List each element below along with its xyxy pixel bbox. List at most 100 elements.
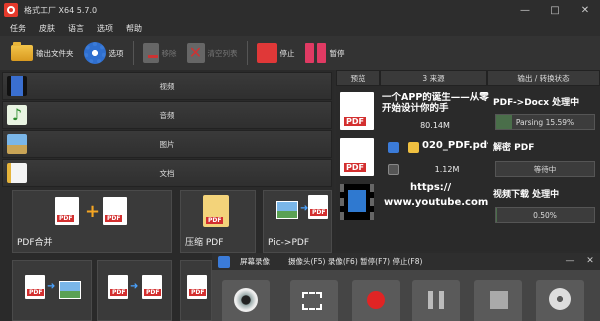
plus-icon: + xyxy=(85,201,101,222)
recorder-minimize-button[interactable]: — xyxy=(560,253,580,270)
toolbar-divider xyxy=(246,41,248,65)
recorder-close-button[interactable]: ✕ xyxy=(580,253,600,270)
picture-icon xyxy=(276,201,298,219)
minimize-button[interactable]: — xyxy=(510,0,540,20)
task-source-size: 1.12M xyxy=(434,165,460,174)
stop-label: 停止 xyxy=(279,48,295,58)
tile-pdf-merge[interactable]: + PDF合并 xyxy=(12,190,172,253)
webcam-icon xyxy=(234,288,258,312)
record-button[interactable] xyxy=(352,280,400,321)
menu-bar: 任务 皮肤 语言 选项 帮助 xyxy=(0,20,600,36)
screen-recorder-titlebar: 屏幕录像 摄像头(F5) 录像(F6) 暂停(F7) 停止(F8) — ✕ xyxy=(212,253,600,270)
close-button[interactable]: ✕ xyxy=(570,0,600,20)
task-progress: Parsing 15.59% xyxy=(495,114,595,130)
remove-button[interactable]: 移除 xyxy=(138,38,182,68)
progress-fill xyxy=(496,115,512,129)
recorder-stop-button[interactable] xyxy=(474,280,522,321)
menu-help[interactable]: 帮助 xyxy=(126,23,142,34)
output-folder-button[interactable]: 输出文件夹 xyxy=(6,38,79,68)
category-document[interactable]: 文档 xyxy=(2,159,332,187)
toolbar: 输出文件夹 选项 移除 ✕ 清空列表 停止 暂停 xyxy=(0,36,600,70)
task-status-text: Parsing 15.59% xyxy=(515,117,575,127)
stop-button[interactable]: 停止 xyxy=(252,38,300,68)
recorder-pause-button[interactable] xyxy=(412,280,460,321)
menu-options[interactable]: 选项 xyxy=(97,23,113,34)
recorder-window-controls: — ✕ xyxy=(560,253,600,270)
column-header-source[interactable]: 3 来源 xyxy=(380,70,487,86)
lock-icon xyxy=(388,164,399,175)
clear-list-button[interactable]: ✕ 清空列表 xyxy=(182,38,243,68)
pdf-icon xyxy=(55,197,79,225)
pdf-icon xyxy=(142,275,162,299)
column-header-preview[interactable]: 预览 xyxy=(336,70,380,86)
task-list: 预览 3 来源 输出 / 转换状态 一个APP的诞生——从零开始设计你的手 80… xyxy=(336,70,600,251)
clear-list-label: 清空列表 xyxy=(207,48,238,58)
column-header-status[interactable]: 输出 / 转换状态 xyxy=(487,70,600,86)
task-progress: 等待中 xyxy=(495,161,595,177)
options-label: 选项 xyxy=(108,48,124,58)
tile-pdf-convert[interactable]: ➜ xyxy=(97,260,172,321)
pdf-icon xyxy=(187,275,207,299)
output-folder-label: 输出文件夹 xyxy=(36,48,74,58)
stop-icon xyxy=(490,291,508,309)
category-label: 视频 xyxy=(159,81,175,91)
task-status-title: 视频下载 处理中 xyxy=(493,190,560,200)
gear-icon xyxy=(83,42,106,64)
task-status-title: PDF->Docx 处理中 xyxy=(493,98,580,108)
task-url-line1: https:// xyxy=(410,182,452,193)
record-icon xyxy=(367,291,385,309)
pdf-icon xyxy=(108,275,128,299)
picture-icon xyxy=(59,281,81,299)
pdf-icon xyxy=(103,197,127,225)
pause-icon xyxy=(428,291,444,309)
toolbar-divider xyxy=(132,41,134,65)
progress-fill xyxy=(496,208,497,222)
tile-label: 压缩 PDF xyxy=(185,238,224,248)
menu-task[interactable]: 任务 xyxy=(10,23,26,34)
info-icon xyxy=(388,142,399,153)
menu-skin[interactable]: 皮肤 xyxy=(39,23,55,34)
arrow-right-icon: ➜ xyxy=(130,281,139,292)
pdf-icon xyxy=(308,195,328,219)
arrow-right-icon: ➜ xyxy=(47,281,56,292)
tile-pic-to-pdf[interactable]: ➜ Pic->PDF xyxy=(263,190,332,253)
pdf-thumbnail-icon xyxy=(340,92,374,130)
category-video[interactable]: 视频 xyxy=(2,72,332,100)
pause-icon xyxy=(304,42,327,64)
clear-icon: ✕ xyxy=(186,43,205,63)
category-label: 图片 xyxy=(159,139,175,149)
video-film-icon xyxy=(340,184,374,220)
category-audio[interactable]: ♪ 音频 xyxy=(2,101,332,129)
pdf-icon xyxy=(25,275,45,299)
recorder-settings-button[interactable] xyxy=(536,280,584,321)
task-source-name: 一个APP的诞生——从零开始设计你的手 xyxy=(382,92,489,114)
stop-icon xyxy=(256,43,277,63)
tile-pdf-to-image[interactable]: ➜ xyxy=(12,260,92,321)
window-title: 格式工厂 X64 5.7.0 xyxy=(24,5,98,15)
region-select-button[interactable] xyxy=(290,280,338,321)
menu-language[interactable]: 语言 xyxy=(68,23,84,34)
title-bar: 格式工厂 X64 5.7.0 — □ ✕ xyxy=(0,0,600,20)
recorder-title: 屏幕录像 xyxy=(240,257,270,266)
camera-button[interactable] xyxy=(222,280,270,321)
category-label: 音频 xyxy=(159,110,175,120)
crop-region-icon xyxy=(302,292,322,310)
tile-label: PDF合并 xyxy=(17,238,53,248)
app-logo-icon xyxy=(4,3,18,17)
task-status-text: 等待中 xyxy=(533,164,557,174)
screen-recorder-controls xyxy=(212,270,600,321)
options-button[interactable]: 选项 xyxy=(79,38,129,68)
pause-button[interactable]: 暂停 xyxy=(300,38,350,68)
recorder-logo-icon xyxy=(218,255,230,268)
tile-compress-pdf[interactable]: 压缩 PDF xyxy=(180,190,256,253)
task-url-line2: www.youtube.com xyxy=(384,197,489,208)
pdf-thumbnail-icon xyxy=(340,138,374,176)
task-source-size: 80.14M xyxy=(420,121,450,130)
tile-pdf-other[interactable] xyxy=(180,260,212,321)
folder-icon xyxy=(408,142,419,153)
maximize-button[interactable]: □ xyxy=(540,0,570,20)
task-status-text: 0.50% xyxy=(533,210,557,220)
category-image[interactable]: 图片 xyxy=(2,130,332,158)
task-status-title: 解密 PDF xyxy=(493,143,535,153)
remove-label: 移除 xyxy=(161,48,177,58)
